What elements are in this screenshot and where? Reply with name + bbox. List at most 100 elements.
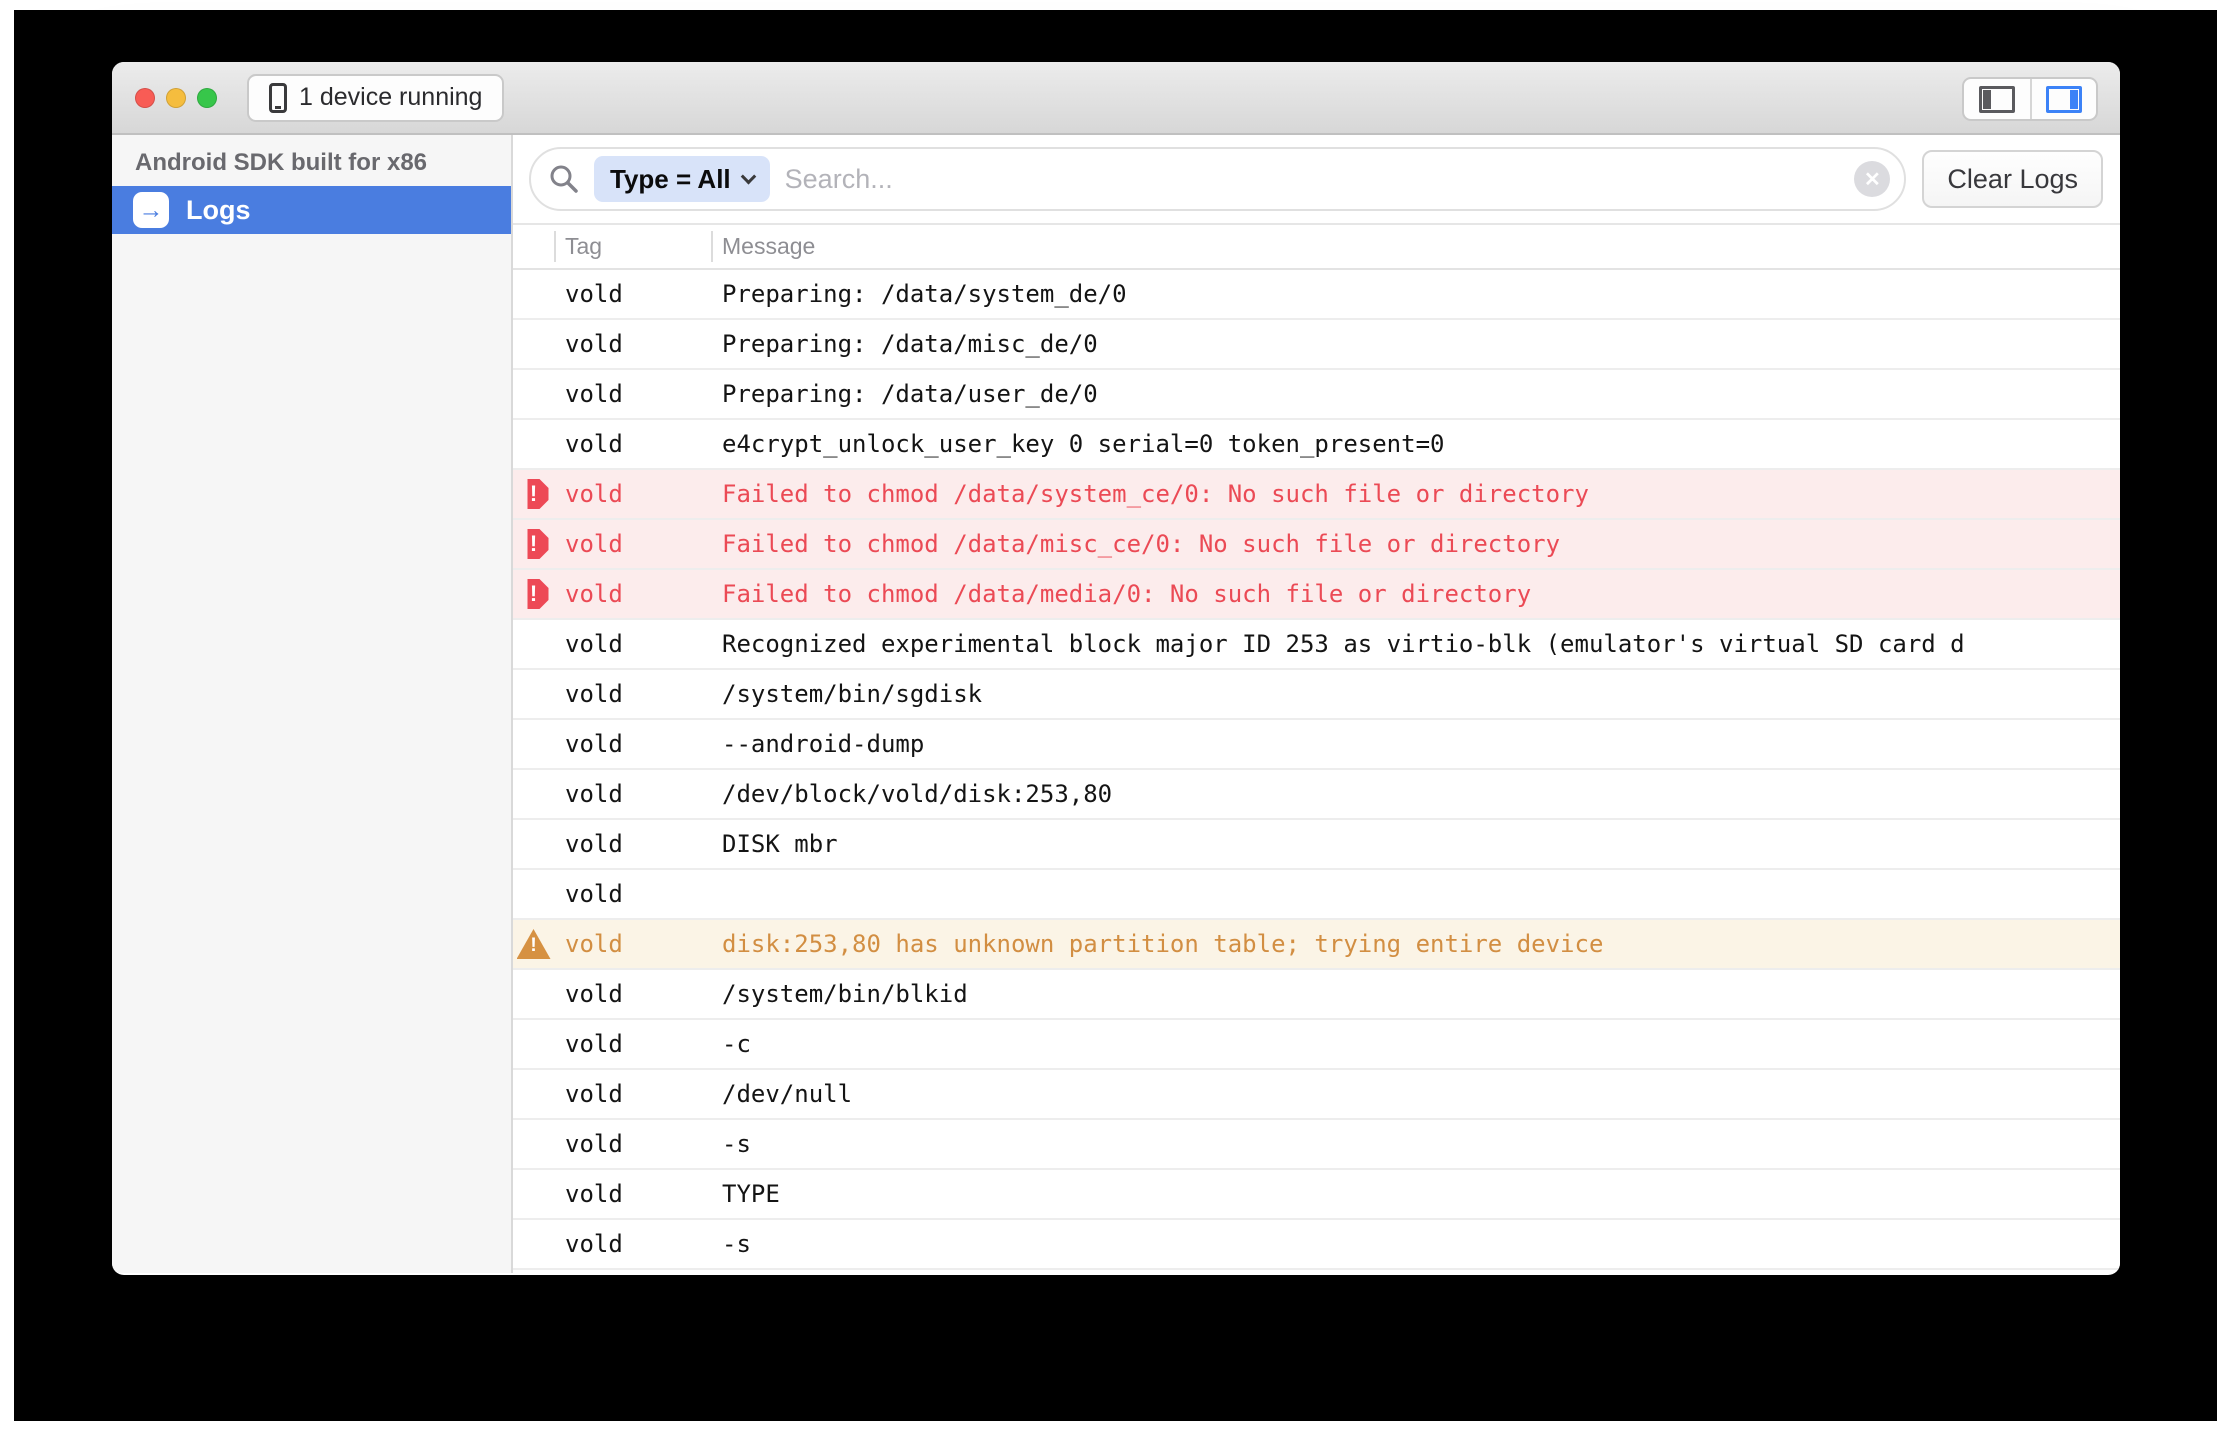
severity-cell <box>513 929 554 959</box>
zoom-button[interactable] <box>197 88 217 108</box>
chevron-down-icon <box>740 168 756 184</box>
table-row[interactable]: vold -s <box>513 1220 2120 1270</box>
error-icon <box>519 529 549 559</box>
table-row[interactable]: vold Failed to chmod /data/misc_ce/0: No… <box>513 520 2120 570</box>
tag-cell: vold <box>554 480 711 508</box>
tag-column-header: Tag <box>554 225 711 268</box>
device-logs-window: 1 device running Android SDK built for x… <box>112 62 2120 1275</box>
clear-search-icon[interactable]: ✕ <box>1854 161 1890 197</box>
message-cell: Preparing: /data/user_de/0 <box>711 380 2120 408</box>
table-row[interactable]: vold /dev/block/vold/disk:253,80 <box>513 770 2120 820</box>
table-row[interactable]: vold Failed to chmod /data/media/0: No s… <box>513 570 2120 620</box>
message-cell: Preparing: /data/misc_de/0 <box>711 330 2120 358</box>
tag-cell: vold <box>554 430 711 458</box>
table-row[interactable]: vold Recognized experimental block major… <box>513 620 2120 670</box>
tag-cell: vold <box>554 330 711 358</box>
toggle-left-panel-button[interactable] <box>1964 79 2030 119</box>
table-row[interactable]: vold -s <box>513 1120 2120 1170</box>
close-button[interactable] <box>135 88 155 108</box>
sidebar-item-label: Logs <box>186 195 251 226</box>
table-row[interactable]: vold Preparing: /data/user_de/0 <box>513 370 2120 420</box>
message-cell: Failed to chmod /data/system_ce/0: No su… <box>711 480 2120 508</box>
table-row[interactable]: vold -c <box>513 1020 2120 1070</box>
severity-cell <box>513 479 554 509</box>
severity-cell <box>513 579 554 609</box>
table-row[interactable]: vold /system/bin/blkid <box>513 970 2120 1020</box>
type-filter-token[interactable]: Type = All <box>594 156 770 202</box>
message-cell: Failed to chmod /data/misc_ce/0: No such… <box>711 530 2120 558</box>
toolbar: Type = All ✕ Clear Logs <box>513 135 2120 225</box>
message-column-header: Message <box>711 225 2120 268</box>
tag-cell: vold <box>554 930 711 958</box>
log-rows: vold Preparing: /data/system_de/0 vold P… <box>513 270 2120 1273</box>
phone-icon <box>269 83 287 113</box>
tag-cell: vold <box>554 780 711 808</box>
table-row[interactable]: vold disk:253,80 has unknown partition t… <box>513 920 2120 970</box>
message-cell: disk:253,80 has unknown partition table;… <box>711 930 2120 958</box>
tag-cell: vold <box>554 1080 711 1108</box>
sidebar-item-logs[interactable]: → Logs <box>112 186 511 234</box>
search-icon <box>549 164 579 194</box>
message-cell: Failed to chmod /data/media/0: No such f… <box>711 580 2120 608</box>
table-row[interactable]: vold Preparing: /data/misc_de/0 <box>513 320 2120 370</box>
toggle-right-panel-button[interactable] <box>2030 79 2096 119</box>
message-cell: /system/bin/blkid <box>711 980 2120 1008</box>
message-cell: -s <box>711 1230 2120 1258</box>
message-cell: e4crypt_unlock_user_key 0 serial=0 token… <box>711 430 2120 458</box>
sidebar-right-icon <box>2046 86 2082 113</box>
table-header: Tag Message <box>513 225 2120 270</box>
tag-cell: vold <box>554 280 711 308</box>
message-cell: /dev/block/vold/disk:253,80 <box>711 780 2120 808</box>
table-row[interactable]: vold Preparing: /data/system_de/0 <box>513 270 2120 320</box>
error-icon <box>519 579 549 609</box>
table-row[interactable]: vold <box>513 870 2120 920</box>
device-name-header: Android SDK built for x86 <box>112 135 511 177</box>
traffic-lights <box>135 88 217 108</box>
tag-cell: vold <box>554 830 711 858</box>
table-row[interactable]: vold e4crypt_unlock_user_key 0 serial=0 … <box>513 420 2120 470</box>
tag-cell: vold <box>554 680 711 708</box>
message-cell: Recognized experimental block major ID 2… <box>711 630 2120 658</box>
tag-cell: vold <box>554 530 711 558</box>
type-filter-label: Type = All <box>610 164 731 195</box>
device-running-button[interactable]: 1 device running <box>247 74 504 122</box>
tag-cell: vold <box>554 1180 711 1208</box>
minimize-button[interactable] <box>166 88 186 108</box>
arrow-right-icon: → <box>133 192 169 228</box>
message-cell: --android-dump <box>711 730 2120 758</box>
tag-cell: vold <box>554 630 711 658</box>
tag-cell: vold <box>554 980 711 1008</box>
search-field[interactable]: Type = All ✕ <box>529 147 1906 211</box>
tag-cell: vold <box>554 880 711 908</box>
tag-cell: vold <box>554 580 711 608</box>
message-cell: /system/bin/sgdisk <box>711 680 2120 708</box>
message-cell: /dev/null <box>711 1080 2120 1108</box>
table-row[interactable]: vold DISK mbr <box>513 820 2120 870</box>
device-running-label: 1 device running <box>299 83 482 112</box>
sidebar: Android SDK built for x86 → Logs <box>112 135 513 1273</box>
message-cell: TYPE <box>711 1180 2120 1208</box>
table-row[interactable]: vold /dev/null <box>513 1070 2120 1120</box>
clear-logs-button[interactable]: Clear Logs <box>1922 150 2103 208</box>
message-cell: -s <box>711 1130 2120 1158</box>
warning-icon <box>517 929 551 959</box>
tag-cell: vold <box>554 1230 711 1258</box>
panel-toggle-group <box>1962 77 2098 121</box>
table-row[interactable]: vold /system/bin/sgdisk <box>513 670 2120 720</box>
search-input[interactable] <box>785 164 1840 195</box>
message-cell: DISK mbr <box>711 830 2120 858</box>
logs-panel: Type = All ✕ Clear Logs Tag Message vold… <box>513 135 2120 1273</box>
table-row[interactable]: vold Failed to chmod /data/system_ce/0: … <box>513 470 2120 520</box>
message-cell: -c <box>711 1030 2120 1058</box>
tag-cell: vold <box>554 1030 711 1058</box>
message-cell: Preparing: /data/system_de/0 <box>711 280 2120 308</box>
error-icon <box>519 479 549 509</box>
table-row[interactable]: vold --android-dump <box>513 720 2120 770</box>
tag-cell: vold <box>554 380 711 408</box>
sidebar-left-icon <box>1979 86 2015 113</box>
tag-cell: vold <box>554 730 711 758</box>
table-row[interactable]: vold TYPE <box>513 1170 2120 1220</box>
tag-cell: vold <box>554 1130 711 1158</box>
titlebar: 1 device running <box>112 62 2120 135</box>
severity-cell <box>513 529 554 559</box>
